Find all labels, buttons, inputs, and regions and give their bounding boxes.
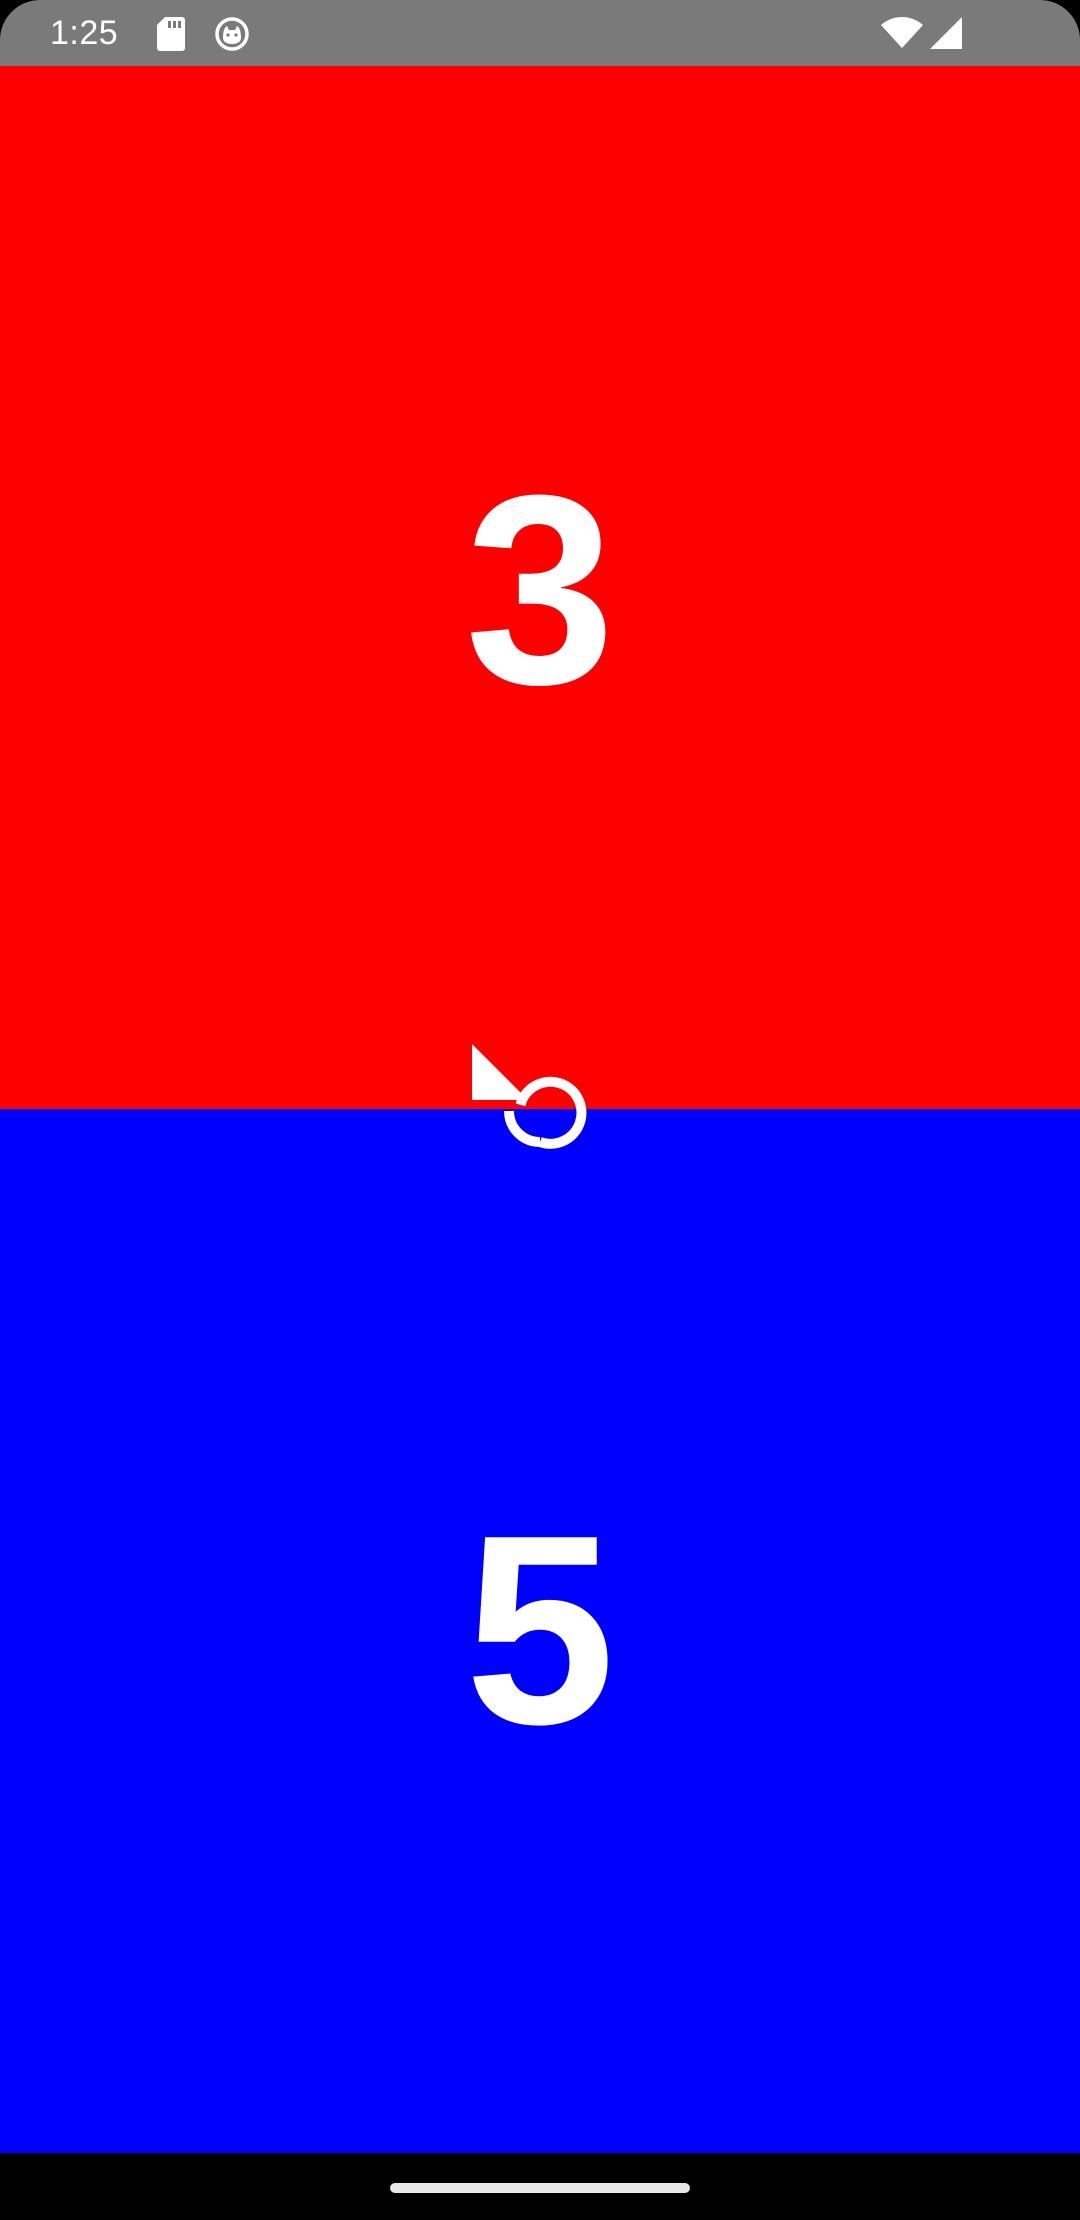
screen: 3 5 1:25 xyxy=(0,0,1080,2220)
player-1-panel[interactable]: 3 xyxy=(0,66,1080,1109)
player-2-panel[interactable]: 5 xyxy=(0,1109,1080,2153)
cellular-signal-icon xyxy=(930,17,962,49)
home-handle[interactable] xyxy=(390,2183,690,2193)
cat-face-icon xyxy=(215,17,249,51)
player-1-score: 3 xyxy=(464,439,616,741)
status-bar: 1:25 xyxy=(0,0,1080,66)
status-time: 1:25 xyxy=(50,14,119,52)
wifi-icon xyxy=(881,17,923,48)
sd-card-icon xyxy=(157,17,185,51)
navigation-bar xyxy=(0,2153,1080,2220)
player-2-score: 5 xyxy=(464,1480,616,1781)
reset-icon xyxy=(472,1044,587,1149)
reset-button[interactable] xyxy=(470,1040,610,1180)
